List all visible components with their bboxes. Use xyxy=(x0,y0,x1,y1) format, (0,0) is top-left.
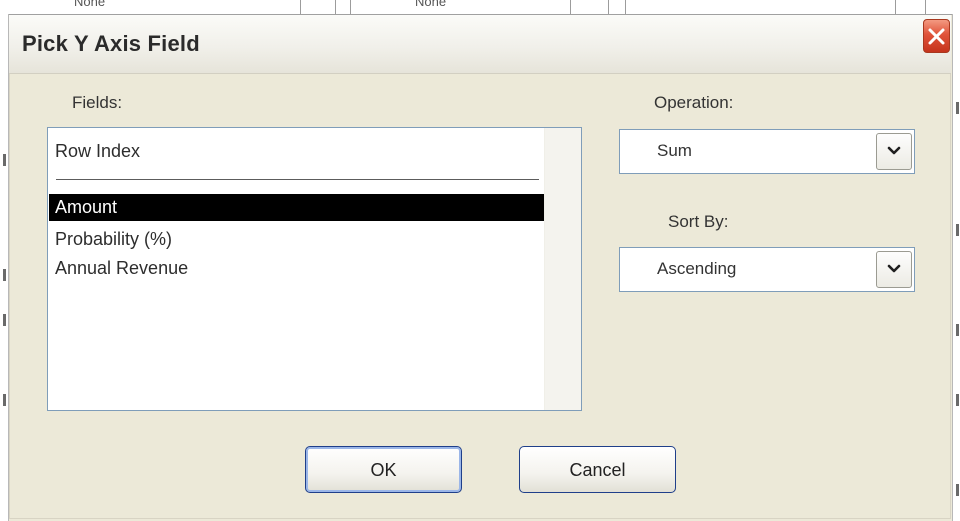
sort-by-selected-value: Ascending xyxy=(657,259,737,278)
grid-divider xyxy=(625,0,626,14)
fields-label: Fields: xyxy=(72,93,123,112)
list-item-probability[interactable]: Probability (%) xyxy=(49,226,544,253)
sort-by-label: Sort By: xyxy=(668,212,729,231)
sort-by-dropdown-button[interactable] xyxy=(876,251,912,288)
grid-divider xyxy=(608,0,609,14)
grid-divider xyxy=(335,0,336,14)
fields-listbox[interactable]: Row Index Amount Probability (%) Annual … xyxy=(47,127,582,411)
edge-tick xyxy=(956,394,959,406)
list-item-amount[interactable]: Amount xyxy=(49,194,544,221)
close-icon xyxy=(928,28,945,45)
background-window-edge-right xyxy=(952,14,960,521)
pick-y-axis-dialog: Pick Y Axis Field Fields: Row Index Amou… xyxy=(9,15,951,519)
edge-tick xyxy=(956,102,959,114)
sort-by-dropdown[interactable]: Ascending xyxy=(619,247,915,292)
edge-tick xyxy=(956,224,959,236)
listbox-scrollbar[interactable] xyxy=(544,128,581,410)
grid-divider xyxy=(570,0,571,14)
grid-divider xyxy=(350,0,351,14)
list-separator xyxy=(56,179,539,180)
list-item-row-index[interactable]: Row Index xyxy=(49,138,544,165)
background-header-cell: None xyxy=(415,0,447,9)
close-button[interactable] xyxy=(923,19,950,53)
edge-tick xyxy=(3,394,6,406)
background-window-edge-left xyxy=(0,14,9,521)
edge-tick xyxy=(956,324,959,336)
operation-dropdown[interactable]: Sum xyxy=(619,129,915,174)
edge-tick xyxy=(956,484,959,496)
edge-tick xyxy=(3,269,6,281)
dialog-title: Pick Y Axis Field xyxy=(22,31,200,56)
operation-selected-value: Sum xyxy=(657,141,692,160)
list-item-annual-revenue[interactable]: Annual Revenue xyxy=(49,255,544,282)
cancel-button[interactable]: Cancel xyxy=(519,446,676,493)
chevron-down-icon xyxy=(887,264,901,273)
background-header-cell: None xyxy=(74,0,106,9)
edge-tick xyxy=(3,154,6,166)
operation-label: Operation: xyxy=(654,93,734,112)
chevron-down-icon xyxy=(887,146,901,155)
background-grid-header: None None xyxy=(0,0,960,15)
ok-button[interactable]: OK xyxy=(305,446,462,493)
grid-divider xyxy=(895,0,896,14)
edge-tick xyxy=(3,314,6,326)
dialog-titlebar[interactable]: Pick Y Axis Field xyxy=(9,15,951,74)
operation-dropdown-button[interactable] xyxy=(876,133,912,170)
grid-divider xyxy=(300,0,301,14)
grid-divider xyxy=(925,0,926,14)
